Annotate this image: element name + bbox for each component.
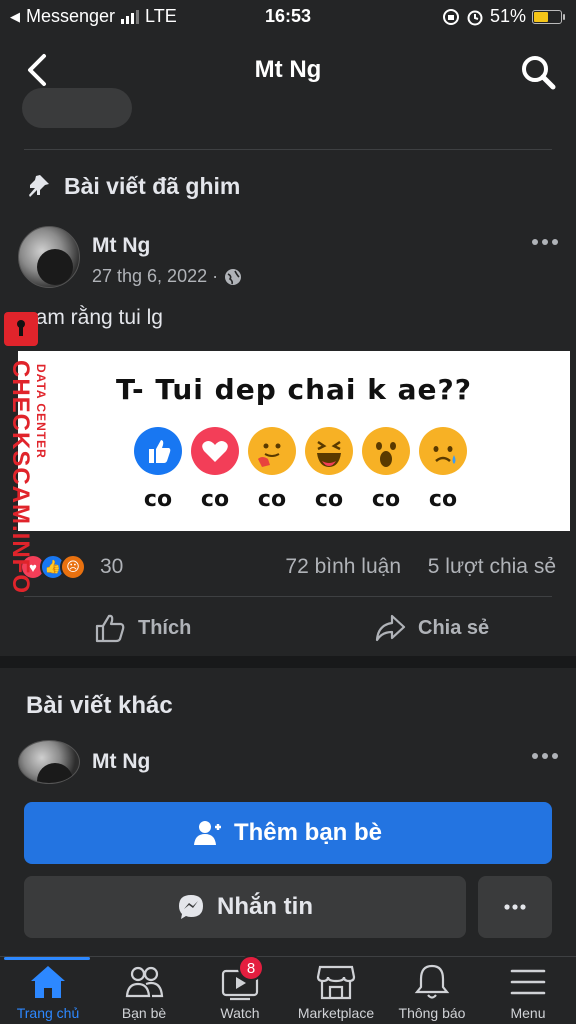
post-more-button[interactable]: [530, 232, 560, 252]
menu-icon: [508, 963, 548, 1001]
divider: [24, 596, 552, 597]
post-date[interactable]: 27 thg 6, 2022 ·: [92, 266, 218, 287]
reaction-label: co: [314, 487, 344, 512]
post-meta: 27 thg 6, 2022 ·: [92, 266, 242, 287]
status-bar: ◀ Messenger LTE 16:53 51%: [0, 0, 576, 34]
globe-icon: [225, 268, 242, 285]
divider: [24, 149, 552, 150]
thumbs-up-icon: [95, 614, 125, 643]
tab-marketplace[interactable]: Marketplace: [288, 963, 384, 1024]
post-author[interactable]: Mt Ng: [92, 750, 150, 774]
avatar-hair: [37, 763, 73, 783]
bottom-tab-bar: Trang chủ Bạn bè 8 Watch Marketplace Thô…: [0, 955, 576, 1024]
tab-friends[interactable]: Bạn bè: [96, 963, 192, 1024]
tab-label: Thông báo: [398, 1005, 466, 1021]
care-reaction-icon: [248, 427, 296, 475]
tab-label: Bạn bè: [121, 1005, 167, 1021]
friends-icon: [124, 963, 164, 1001]
page-title: Mt Ng: [254, 56, 322, 83]
like-reaction-icon: [134, 427, 182, 475]
tab-label: Trang chủ: [16, 1005, 80, 1021]
add-friend-button[interactable]: Thêm bạn bè: [24, 802, 552, 864]
reaction-count[interactable]: 30: [100, 555, 123, 579]
tab-label: Menu: [510, 1005, 546, 1021]
more-options-button[interactable]: [478, 876, 552, 938]
message-button[interactable]: Nhắn tin: [24, 876, 466, 938]
share-count[interactable]: 5 lượt chia sẻ: [428, 555, 556, 579]
more-dots-icon: [532, 239, 558, 245]
alarm-icon: [467, 10, 483, 25]
haha-reaction-icon: [305, 427, 353, 475]
love-reaction-icon: [191, 427, 239, 475]
tab-home[interactable]: Trang chủ: [0, 963, 96, 1024]
lock-icon: [4, 312, 38, 346]
bell-icon: [412, 963, 452, 1001]
add-friend-label: Thêm bạn bè: [233, 819, 383, 846]
reaction-label: co: [371, 487, 401, 512]
reaction-label: co: [428, 487, 458, 512]
pinned-header-label: Bài viết đã ghim: [64, 172, 241, 199]
watch-icon: 8: [220, 955, 264, 1001]
post-image[interactable]: T- Tui dep chai k ae?? co co co co co co: [18, 351, 570, 531]
image-caption: T- Tui dep chai k ae??: [116, 373, 472, 406]
sad-reaction-icon: [419, 427, 467, 475]
battery-icon: [532, 9, 565, 24]
watermark-brand: CHECKSCAM.INFO: [7, 360, 34, 594]
share-label: Chia sẻ: [418, 616, 490, 639]
pinned-post-card: Bài viết đã ghim Mt Ng 27 thg 6, 2022 · …: [0, 88, 576, 656]
post-text: nam rằng tui lg: [24, 306, 163, 329]
comment-count[interactable]: 72 bình luận: [285, 555, 401, 579]
image-reaction-row: [134, 427, 467, 475]
battery-fill: [534, 11, 549, 22]
tab-notifications[interactable]: Thông báo: [384, 963, 480, 1024]
tab-watch[interactable]: 8 Watch: [192, 955, 288, 1024]
add-friend-icon: [193, 821, 221, 845]
reaction-label: co: [200, 487, 230, 512]
reaction-label: co: [143, 487, 173, 512]
status-right: 51%: [442, 6, 565, 27]
angry-mini-icon: ☹: [60, 554, 86, 580]
like-label: Thích: [138, 616, 192, 639]
messenger-icon: [179, 895, 203, 919]
avatar[interactable]: [18, 740, 80, 784]
active-tab-indicator: [4, 957, 90, 960]
message-label: Nhắn tin: [217, 893, 313, 920]
like-button[interactable]: Thích: [94, 608, 191, 648]
share-button[interactable]: Chia sẻ: [374, 608, 489, 648]
wow-reaction-icon: [362, 427, 410, 475]
share-arrow-icon: [375, 614, 406, 642]
image-label-row: co co co co co co: [134, 487, 467, 512]
tab-label: Watch: [220, 1005, 260, 1021]
pin-icon: [29, 175, 49, 197]
reaction-label: co: [257, 487, 287, 512]
tab-menu[interactable]: Menu: [480, 963, 576, 1024]
watermark-subtitle: DATA CENTER: [34, 364, 48, 459]
more-dots-icon: [532, 753, 558, 759]
avatar-hair: [37, 249, 73, 285]
watch-badge: 8: [238, 955, 264, 981]
section-title: Bài viết khác: [26, 692, 173, 719]
home-icon: [28, 963, 68, 1001]
scrolled-button-stub[interactable]: [22, 88, 132, 128]
tab-label: Marketplace: [297, 1005, 375, 1021]
search-icon: [522, 56, 556, 90]
post-more-button[interactable]: [530, 746, 560, 766]
pinned-header: Bài viết đã ghim: [24, 172, 240, 200]
battery-percent: 51%: [489, 6, 526, 26]
marketplace-icon: [316, 963, 356, 1001]
post-stats: ♥ 👍 ☹ 30 72 bình luận 5 lượt chia sẻ: [20, 550, 556, 586]
avatar[interactable]: [18, 226, 80, 288]
rotation-lock-icon: [442, 8, 459, 25]
more-dots-icon: [504, 904, 526, 910]
search-button[interactable]: [518, 52, 558, 92]
post-author[interactable]: Mt Ng: [92, 234, 150, 258]
